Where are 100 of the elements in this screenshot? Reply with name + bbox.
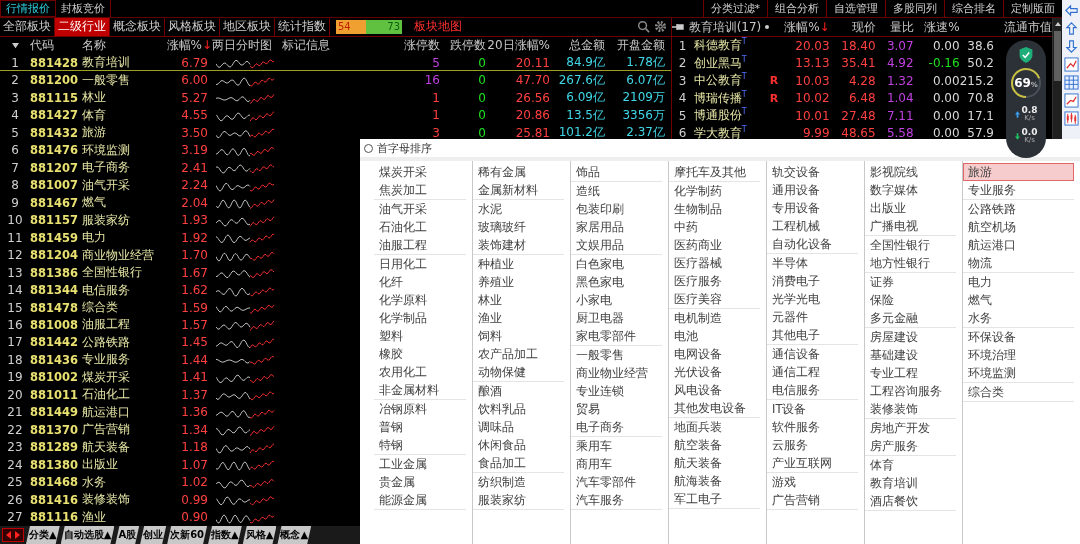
industry-item[interactable]: 煤炭开采: [374, 163, 466, 181]
industry-item[interactable]: 物流: [963, 254, 1074, 272]
bottom-tab[interactable]: 分类▲: [26, 526, 60, 544]
column-header[interactable]: 开盘金额: [605, 37, 665, 54]
industry-item[interactable]: 工程咨询服务: [865, 382, 956, 400]
column-header[interactable]: 代码: [30, 37, 82, 54]
industry-item[interactable]: 黑色家电: [571, 273, 662, 291]
column-header[interactable]: 20日涨幅%: [486, 37, 550, 54]
industry-item[interactable]: 化学原料: [374, 291, 466, 309]
industry-item[interactable]: 生物制品: [669, 200, 760, 218]
industry-item[interactable]: 体育: [865, 456, 956, 474]
industry-item[interactable]: 汽车服务: [571, 491, 662, 509]
industry-item[interactable]: 水泥: [473, 200, 564, 218]
industry-item[interactable]: 通信设备: [767, 345, 858, 363]
scroll-up-icon[interactable]: [1053, 20, 1062, 28]
table-row[interactable]: 4 881427 体育 4.55 1 0 20.86 13.5亿 3356万: [0, 106, 671, 124]
industry-item[interactable]: 商业物业经营: [571, 364, 662, 382]
industry-item[interactable]: 数字媒体: [865, 181, 956, 199]
scroll-thumb[interactable]: [1054, 31, 1061, 81]
table-row[interactable]: 27 881116 渔业 0.90: [0, 508, 671, 527]
industry-item[interactable]: 渔业: [473, 309, 564, 327]
industry-item[interactable]: 冶钢原料: [374, 400, 466, 418]
menu-tab[interactable]: 行情报价: [0, 0, 56, 17]
search-icon[interactable]: [636, 20, 650, 34]
sort-radio[interactable]: 首字母排序: [364, 140, 432, 156]
industry-item[interactable]: 家居用品: [571, 218, 662, 236]
industry-item[interactable]: 其他电子: [767, 326, 858, 344]
industry-item[interactable]: 通信工程: [767, 363, 858, 381]
industry-item[interactable]: 特钢: [374, 436, 466, 454]
industry-item[interactable]: 橡胶: [374, 345, 466, 363]
industry-item[interactable]: 轨交设备: [767, 163, 858, 181]
industry-item[interactable]: 化学制品: [374, 309, 466, 327]
table-row[interactable]: 1 881428 教育培训 6.79 5 0 20.11 84.9亿 1.78亿: [0, 54, 671, 72]
industry-item[interactable]: 医疗服务: [669, 272, 760, 290]
table-row[interactable]: 3 881115 林业 5.27 1 0 26.56 6.09亿 2109万: [0, 88, 671, 107]
industry-item[interactable]: 金属新材料: [473, 181, 564, 199]
industry-item[interactable]: 公路铁路: [963, 200, 1074, 218]
industry-item[interactable]: 工业金属: [374, 455, 466, 473]
industry-item[interactable]: 化纤: [374, 273, 466, 291]
tab[interactable]: 全部板块: [0, 18, 55, 36]
column-header[interactable]: 总金额: [550, 37, 605, 54]
industry-item[interactable]: 影视院线: [865, 163, 956, 181]
industry-item[interactable]: 养殖业: [473, 273, 564, 291]
up-arrow-icon[interactable]: [1063, 21, 1079, 36]
column-header[interactable]: 名称: [82, 37, 160, 54]
industry-item[interactable]: 通用设备: [767, 181, 858, 199]
industry-item[interactable]: 旅游: [963, 163, 1074, 181]
pin-icon[interactable]: [671, 22, 686, 32]
industry-item[interactable]: 证券: [865, 273, 956, 291]
bottom-tab[interactable]: 风格▲: [242, 526, 277, 544]
industry-item[interactable]: 饰品: [571, 163, 662, 181]
industry-item[interactable]: IT设备: [767, 400, 858, 418]
industry-item[interactable]: 林业: [473, 291, 564, 309]
industry-item[interactable]: 中药: [669, 218, 760, 236]
industry-item[interactable]: 房地产开发: [865, 419, 956, 437]
industry-item[interactable]: 电池: [669, 327, 760, 345]
industry-item[interactable]: 教育培训: [865, 474, 956, 492]
industry-item[interactable]: 普钢: [374, 418, 466, 436]
industry-item[interactable]: 乘用车: [571, 437, 662, 455]
industry-item[interactable]: 综合类: [963, 383, 1074, 401]
industry-item[interactable]: 化学制药: [669, 182, 760, 200]
industry-item[interactable]: 产业互联网: [767, 454, 858, 472]
bottom-tab[interactable]: 指数▲: [208, 526, 242, 544]
bottom-tab[interactable]: 自动选股▲: [60, 526, 115, 544]
bottom-tab[interactable]: 次新60: [167, 526, 208, 544]
industry-item[interactable]: 基础建设: [865, 346, 956, 364]
industry-item[interactable]: 光伏设备: [669, 363, 760, 381]
industry-item[interactable]: 商用车: [571, 455, 662, 473]
industry-item[interactable]: 消费电子: [767, 272, 858, 290]
tab[interactable]: 统计指数: [275, 18, 330, 36]
column-header[interactable]: 涨停数: [378, 37, 440, 54]
industry-item[interactable]: 房产服务: [865, 437, 956, 455]
column-header[interactable]: 量比: [875, 18, 914, 36]
down-arrow-icon[interactable]: [1063, 39, 1079, 54]
column-header[interactable]: 跌停数: [440, 37, 486, 54]
industry-item[interactable]: 航空装备: [669, 436, 760, 454]
industry-item[interactable]: 医药商业: [669, 236, 760, 254]
industry-item[interactable]: 出版业: [865, 199, 956, 217]
industry-item[interactable]: 半导体: [767, 254, 858, 272]
column-header[interactable]: 涨速%: [913, 18, 960, 36]
industry-item[interactable]: 电子商务: [571, 418, 662, 436]
industry-item[interactable]: 稀有金属: [473, 163, 564, 181]
column-header[interactable]: 涨幅%↓: [783, 18, 830, 36]
industry-item[interactable]: 自动化设备: [767, 235, 858, 253]
industry-item[interactable]: 保险: [865, 291, 956, 309]
industry-item[interactable]: 专业工程: [865, 364, 956, 382]
industry-item[interactable]: 游戏: [767, 473, 858, 491]
industry-item[interactable]: 服装家纺: [473, 491, 564, 509]
industry-item[interactable]: 农产品加工: [473, 345, 564, 363]
industry-item[interactable]: 家电零部件: [571, 327, 662, 345]
industry-item[interactable]: 动物保健: [473, 363, 564, 381]
industry-item[interactable]: 纺织制造: [473, 473, 564, 491]
industry-item[interactable]: 专业服务: [963, 181, 1074, 199]
column-header[interactable]: 流通市值: [959, 18, 1052, 36]
industry-item[interactable]: 软件服务: [767, 418, 858, 436]
bottom-tab[interactable]: A股: [115, 526, 140, 544]
industry-item[interactable]: 非金属材料: [374, 381, 466, 399]
chart-icon[interactable]: [1063, 57, 1079, 72]
grid-icon[interactable]: [1063, 75, 1079, 90]
industry-item[interactable]: 医疗器械: [669, 254, 760, 272]
